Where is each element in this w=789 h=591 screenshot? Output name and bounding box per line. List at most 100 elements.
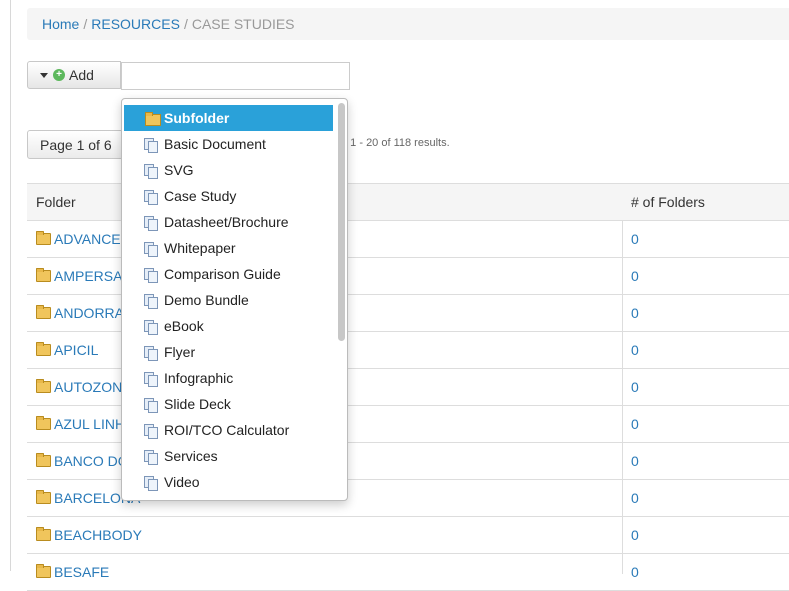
breadcrumb-current: CASE STUDIES bbox=[191, 16, 295, 32]
folder-link[interactable]: BANCO DO bbox=[36, 453, 129, 469]
folder-count-link[interactable]: 0 bbox=[631, 416, 639, 432]
dropdown-item-label: Demo Bundle bbox=[164, 292, 249, 308]
breadcrumb-home[interactable]: Home bbox=[42, 16, 79, 32]
add-name-input[interactable] bbox=[121, 62, 350, 90]
add-button[interactable]: + Add bbox=[27, 61, 121, 89]
dropdown-item-label: Flyer bbox=[164, 344, 196, 360]
document-icon bbox=[144, 242, 158, 257]
dropdown-item-services[interactable]: Services bbox=[124, 443, 333, 469]
folder-link[interactable]: AZUL LINH bbox=[36, 416, 125, 432]
dropdown-item-label: Subfolder bbox=[164, 110, 230, 126]
folder-icon bbox=[36, 490, 51, 504]
plus-circle-icon: + bbox=[53, 69, 65, 81]
dropdown-item-flyer[interactable]: Flyer bbox=[124, 339, 333, 365]
folder-icon bbox=[36, 564, 51, 578]
dropdown-item-infographic[interactable]: Infographic bbox=[124, 365, 333, 391]
folder-link[interactable]: AMPERSAN bbox=[36, 268, 133, 284]
folder-link[interactable]: ADVANCED bbox=[36, 231, 131, 247]
document-icon bbox=[144, 164, 158, 179]
folder-name: BESAFE bbox=[54, 564, 110, 580]
folder-link[interactable]: BEACHBODY bbox=[36, 527, 142, 543]
breadcrumb-separator: / bbox=[183, 16, 188, 32]
dropdown-item-label: SVG bbox=[164, 162, 194, 178]
folder-name: BEACHBODY bbox=[54, 527, 142, 543]
dropdown-item-label: Basic Document bbox=[164, 136, 266, 152]
results-count: g 1 - 20 of 118 results. bbox=[341, 137, 450, 149]
folder-icon bbox=[36, 379, 51, 393]
dropdown-item-label: Whitepaper bbox=[164, 240, 236, 256]
folder-name: ADVANCED bbox=[54, 231, 131, 247]
dropdown-item-roi-tco-calculator[interactable]: ROI/TCO Calculator bbox=[124, 417, 333, 443]
dropdown-item-label: Case Study bbox=[164, 188, 237, 204]
document-icon bbox=[144, 450, 158, 465]
document-icon bbox=[144, 346, 158, 361]
add-type-dropdown: Subfolder Basic Document SVG Case Study … bbox=[121, 98, 348, 501]
header-folder[interactable]: Folder bbox=[36, 194, 76, 210]
dropdown-item-comparison-guide[interactable]: Comparison Guide bbox=[124, 261, 333, 287]
page-select-label: Page 1 of 6 bbox=[40, 137, 112, 153]
folder-count-link[interactable]: 0 bbox=[631, 342, 639, 358]
header-folder-count[interactable]: # of Folders bbox=[631, 194, 705, 210]
dropdown-item-slide-deck[interactable]: Slide Deck bbox=[124, 391, 333, 417]
folder-count-link[interactable]: 0 bbox=[631, 564, 639, 580]
dropdown-item-label: ROI/TCO Calculator bbox=[164, 422, 290, 438]
folder-link[interactable]: BESAFE bbox=[36, 564, 109, 580]
add-button-label: Add bbox=[69, 67, 94, 83]
folder-icon bbox=[36, 416, 51, 430]
folder-count-link[interactable]: 0 bbox=[631, 379, 639, 395]
folder-count-link[interactable]: 0 bbox=[631, 490, 639, 506]
dropdown-item-basic-document[interactable]: Basic Document bbox=[124, 131, 333, 157]
folder-count-link[interactable]: 0 bbox=[631, 305, 639, 321]
folder-link[interactable]: ANDORRA bbox=[36, 305, 124, 321]
breadcrumb-resources[interactable]: RESOURCES bbox=[91, 16, 180, 32]
page-select[interactable]: Page 1 of 6 bbox=[27, 130, 127, 159]
folder-icon bbox=[36, 342, 51, 356]
folder-icon bbox=[36, 268, 51, 282]
dropdown-item-ebook[interactable]: eBook bbox=[124, 313, 333, 339]
dropdown-item-datasheet-brochure[interactable]: Datasheet/Brochure bbox=[124, 209, 333, 235]
dropdown-item-label: Comparison Guide bbox=[164, 266, 281, 282]
dropdown-item-label: Video bbox=[164, 474, 200, 490]
folder-count-link[interactable]: 0 bbox=[631, 268, 639, 284]
folder-count-link[interactable]: 0 bbox=[631, 527, 639, 543]
dropdown-item-label: Services bbox=[164, 448, 218, 464]
folder-link[interactable]: AUTOZONE bbox=[36, 379, 132, 395]
document-icon bbox=[144, 424, 158, 439]
folder-name: AUTOZONE bbox=[54, 379, 132, 395]
folder-icon bbox=[36, 305, 51, 319]
folder-count-link[interactable]: 0 bbox=[631, 453, 639, 469]
dropdown-scrollbar[interactable] bbox=[338, 103, 345, 341]
caret-down-icon bbox=[40, 72, 48, 78]
document-icon bbox=[144, 398, 158, 413]
table-row: BESAFE 0 bbox=[27, 554, 789, 591]
dropdown-item-svg[interactable]: SVG bbox=[124, 157, 333, 183]
document-icon bbox=[144, 268, 158, 283]
breadcrumb: Home / RESOURCES / CASE STUDIES bbox=[27, 8, 789, 40]
document-icon bbox=[144, 294, 158, 309]
document-icon bbox=[144, 216, 158, 231]
document-icon bbox=[144, 320, 158, 335]
folder-name: AZUL LINH bbox=[54, 416, 126, 432]
dropdown-item-case-study[interactable]: Case Study bbox=[124, 183, 333, 209]
dropdown-item-video[interactable]: Video bbox=[124, 469, 333, 495]
dropdown-item-subfolder[interactable]: Subfolder bbox=[124, 105, 333, 131]
dropdown-item-label: Infographic bbox=[164, 370, 234, 386]
breadcrumb-separator: / bbox=[83, 16, 88, 32]
folder-icon bbox=[36, 231, 51, 245]
folder-icon bbox=[36, 527, 51, 541]
document-icon bbox=[144, 138, 158, 153]
dropdown-item-label: Slide Deck bbox=[164, 396, 231, 412]
document-icon bbox=[144, 372, 158, 387]
page-left-border bbox=[10, 0, 11, 571]
document-icon bbox=[144, 476, 158, 491]
dropdown-item-demo-bundle[interactable]: Demo Bundle bbox=[124, 287, 333, 313]
dropdown-item-label: Datasheet/Brochure bbox=[164, 214, 289, 230]
dropdown-item-label: eBook bbox=[164, 318, 204, 334]
folder-name: APICIL bbox=[54, 342, 99, 358]
folder-name: BANCO DO bbox=[54, 453, 129, 469]
document-icon bbox=[144, 190, 158, 205]
folder-count-link[interactable]: 0 bbox=[631, 231, 639, 247]
dropdown-item-whitepaper[interactable]: Whitepaper bbox=[124, 235, 333, 261]
folder-name: ANDORRA bbox=[54, 305, 125, 321]
folder-link[interactable]: APICIL bbox=[36, 342, 98, 358]
